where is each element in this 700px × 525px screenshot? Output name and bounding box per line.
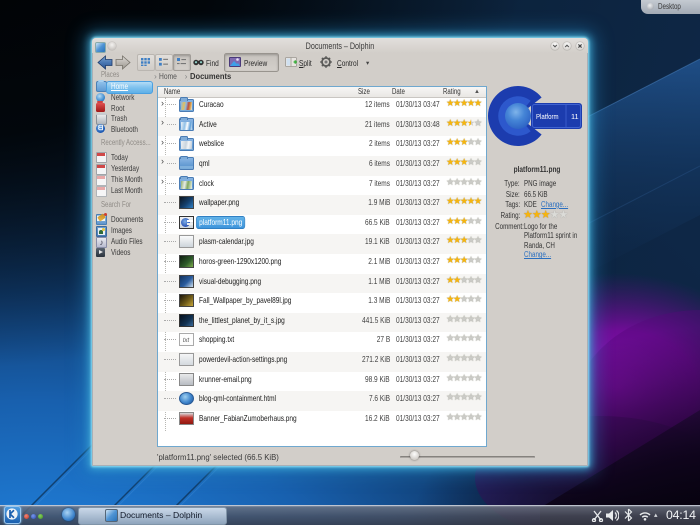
svg-text:11: 11 [571,112,579,121]
svg-text:Platform: Platform [536,114,559,122]
